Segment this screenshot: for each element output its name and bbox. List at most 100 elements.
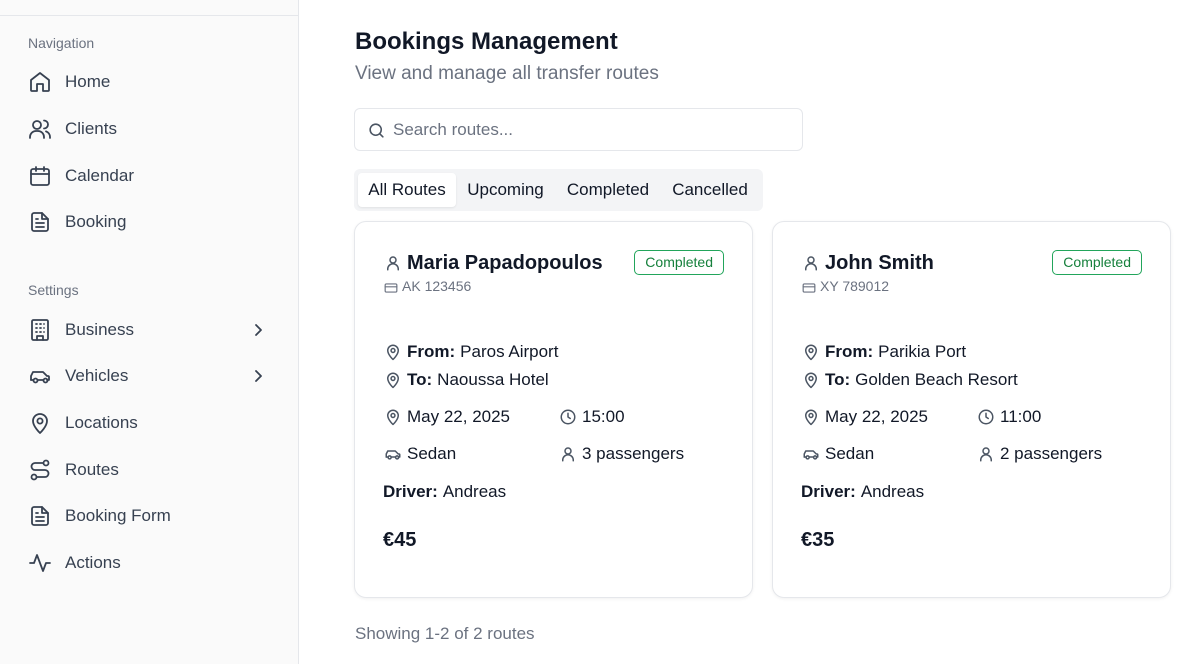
home-icon <box>28 70 52 94</box>
calendar-icon <box>28 164 52 188</box>
sidebar-item-label: Routes <box>65 460 119 479</box>
user-icon <box>977 445 995 463</box>
to-location: Naoussa Hotel <box>437 370 549 389</box>
driver-label: Driver: <box>383 482 438 501</box>
tab-completed[interactable]: Completed <box>557 173 659 207</box>
page-title: Bookings Management <box>355 28 618 55</box>
to-row: To: Naoussa Hotel <box>384 370 549 390</box>
driver-name: Andreas <box>860 482 925 501</box>
map-pin-icon <box>384 408 402 426</box>
section-label-navigation: Navigation <box>28 35 95 51</box>
date-row: May 22, 2025 <box>384 407 510 427</box>
from-location: Parikia Port <box>878 342 967 361</box>
booking-time: 15:00 <box>582 407 625 426</box>
vehicle-row: Sedan <box>802 444 874 464</box>
search-input[interactable] <box>393 109 793 150</box>
passengers-row: 3 passengers <box>559 444 684 464</box>
from-label: From: <box>825 342 874 361</box>
to-label: To: <box>407 370 433 389</box>
sidebar-item-label: Home <box>65 72 111 91</box>
section-label-settings: Settings <box>28 282 79 298</box>
sidebar-item-clients[interactable]: Clients <box>16 109 282 149</box>
clock-icon <box>977 408 995 426</box>
client-name: John Smith <box>825 252 934 274</box>
sidebar-item-routes[interactable]: Routes <box>16 450 282 490</box>
booking-date: May 22, 2025 <box>407 407 511 426</box>
divider <box>0 15 298 16</box>
chevron-right-icon[interactable] <box>250 368 266 384</box>
vehicle-row: Sedan <box>384 444 456 464</box>
to-row: To: Golden Beach Resort <box>802 370 1018 390</box>
id-card-icon <box>802 281 816 295</box>
booking-time: 11:00 <box>1000 407 1042 426</box>
client-id: XY 789012 <box>820 278 890 294</box>
to-label: To: <box>825 370 851 389</box>
user-icon <box>384 254 402 272</box>
passengers-row: 2 passengers <box>977 444 1102 464</box>
user-icon <box>802 254 820 272</box>
search-icon <box>367 121 386 140</box>
booking-price: €35 <box>801 529 835 551</box>
client-id: AK 123456 <box>402 278 472 294</box>
status-badge: Completed <box>634 250 724 275</box>
map-pin-icon <box>802 343 820 361</box>
sidebar-item-label: Calendar <box>65 166 134 185</box>
booking-price: €45 <box>383 529 417 551</box>
driver-row: Driver: Andreas <box>383 482 506 502</box>
map-pin-icon <box>384 371 402 389</box>
driver-label: Driver: <box>801 482 856 501</box>
map-pin-icon <box>384 343 402 361</box>
booking-card[interactable]: Maria Papadopoulos AK 123456 Completed F… <box>354 221 753 598</box>
passenger-count: 3 passengers <box>582 444 685 463</box>
status-badge: Completed <box>1052 250 1142 275</box>
passenger-count: 2 passengers <box>1000 444 1103 463</box>
sidebar-item-booking[interactable]: Booking <box>16 202 282 242</box>
building-icon <box>28 318 52 342</box>
vehicle-type: Sedan <box>407 444 457 463</box>
sidebar-item-label: Clients <box>65 119 117 138</box>
from-label: From: <box>407 342 456 361</box>
booking-card[interactable]: John Smith XY 789012 Completed From: Pari… <box>772 221 1171 598</box>
booking-date: May 22, 2025 <box>825 407 929 426</box>
pagination-summary: Showing 1-2 of 2 routes <box>355 624 535 643</box>
car-icon <box>28 364 52 388</box>
to-location: Golden Beach Resort <box>855 370 1018 389</box>
sidebar-item-label: Booking Form <box>65 506 171 525</box>
file-text-icon <box>28 210 52 234</box>
filter-tabs: All Routes Upcoming Completed Cancelled <box>354 169 763 211</box>
date-row: May 22, 2025 <box>802 407 928 427</box>
chevron-right-icon[interactable] <box>250 322 266 338</box>
sidebar-item-calendar[interactable]: Calendar <box>16 156 282 196</box>
driver-row: Driver: Andreas <box>801 482 924 502</box>
sidebar-item-vehicles[interactable]: Vehicles <box>16 356 282 396</box>
sidebar: Navigation Home Clients Calendar Booking… <box>0 0 299 664</box>
tab-upcoming[interactable]: Upcoming <box>458 173 553 207</box>
sidebar-item-home[interactable]: Home <box>16 62 282 102</box>
tab-cancelled[interactable]: Cancelled <box>663 173 757 207</box>
route-icon <box>28 458 52 482</box>
map-pin-icon <box>802 371 820 389</box>
driver-name: Andreas <box>442 482 507 501</box>
user-icon <box>559 445 577 463</box>
tab-all-routes[interactable]: All Routes <box>358 173 456 207</box>
sidebar-item-label: Actions <box>65 553 121 572</box>
time-row: 11:00 <box>977 407 1041 427</box>
sidebar-item-label: Vehicles <box>65 366 129 385</box>
search-box <box>354 108 803 151</box>
from-row: From: Parikia Port <box>802 342 966 362</box>
sidebar-item-label: Business <box>65 320 134 339</box>
file-text-icon <box>28 504 52 528</box>
clock-icon <box>559 408 577 426</box>
sidebar-item-label: Booking <box>65 212 127 231</box>
sidebar-item-booking-form[interactable]: Booking Form <box>16 496 282 536</box>
sidebar-item-label: Locations <box>65 413 138 432</box>
from-row: From: Paros Airport <box>384 342 558 362</box>
sidebar-item-locations[interactable]: Locations <box>16 403 282 443</box>
main-content: Bookings Management View and manage all … <box>299 0 1200 664</box>
activity-icon <box>28 551 52 575</box>
sidebar-item-actions[interactable]: Actions <box>16 543 282 583</box>
map-pin-icon <box>28 411 52 435</box>
car-icon <box>384 445 402 463</box>
page-subtitle: View and manage all transfer routes <box>355 63 659 84</box>
sidebar-item-business[interactable]: Business <box>16 310 282 350</box>
